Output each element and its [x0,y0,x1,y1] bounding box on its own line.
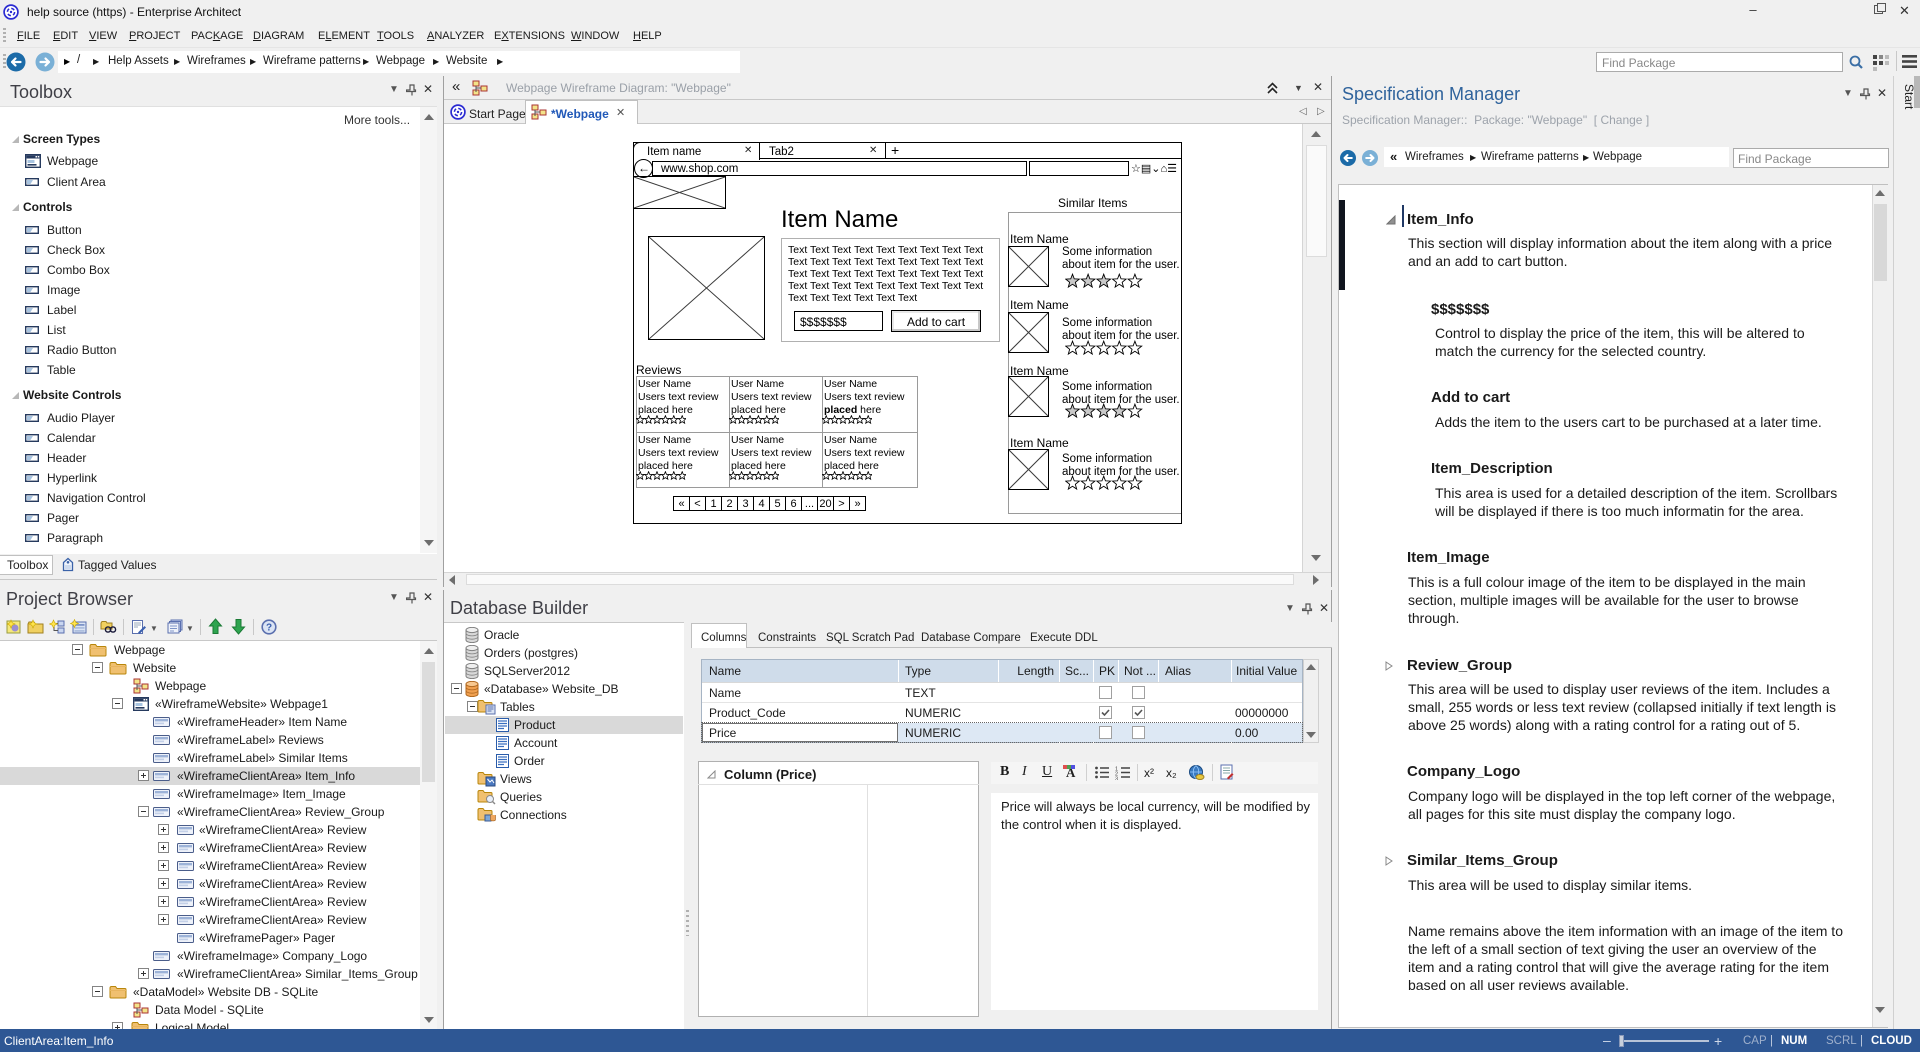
svg-text:3: 3 [1115,777,1118,781]
